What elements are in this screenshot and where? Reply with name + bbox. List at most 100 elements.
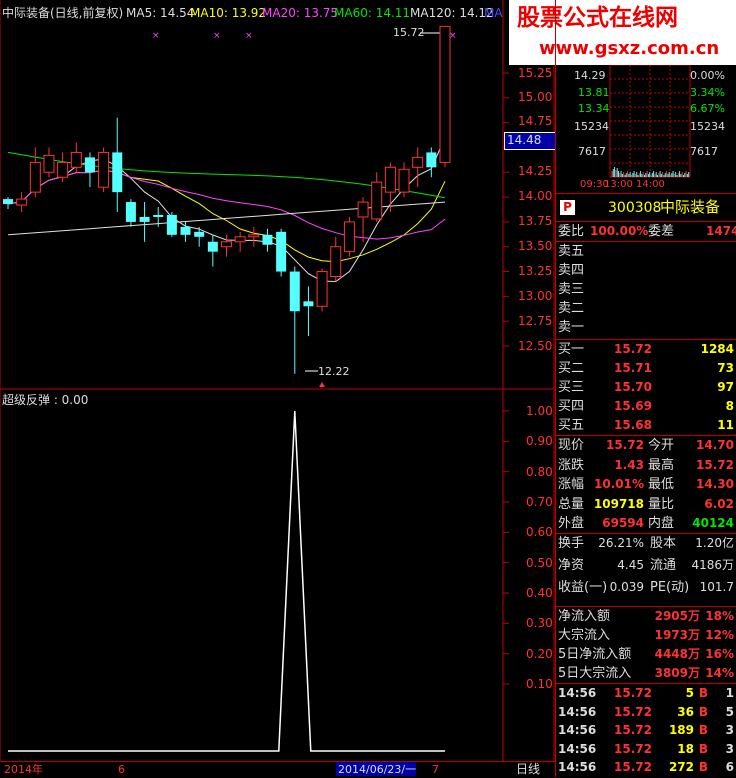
signal-mark: × [152,31,160,41]
mini-left-5: 7617 [578,145,606,158]
sell-level-row[interactable]: 卖四 [556,261,736,280]
money-flow-row: 大宗流入 1973万 12% [558,628,734,643]
indicator-tick: 0.60 [526,525,553,540]
cursor-date: 2014/06/23/一 [338,763,417,776]
sell-level-row[interactable]: 卖二 [556,299,736,318]
indicator-line [8,410,445,752]
mini-left-2: 13.81 [578,86,610,99]
mini-right-4: 15234 [690,120,725,133]
kline-chart[interactable]: × × × × [0,0,556,777]
period-label[interactable]: 日线 [516,763,540,776]
money-flow-row: 5日净流入额 4448万 16% [558,647,734,662]
indicator-label: 超级反弹 : 0.00 [2,393,89,407]
candle-body-up [29,161,41,193]
tick-row: 14:56 15.72 272 B 6 [558,760,734,774]
date-axis[interactable] [0,761,556,778]
indicator-tick: 0.70 [526,495,553,509]
ma120-label: MA120: 14.12 [410,6,494,20]
candle-body-up [371,181,383,220]
current-price-marker: 14.48 [504,132,556,150]
mini-time-2: 13:00 [604,179,633,190]
candle-body-up [384,166,396,193]
ma10-label: MA10: 13.92 [190,6,267,20]
stock-code: 300308 [608,200,662,216]
candle-body-up [16,198,28,206]
price-tick: 15.25 [518,66,553,80]
candle-body-down [153,214,164,217]
sell-level-row[interactable]: 卖一 [556,318,736,337]
mini-right-2: 3.34% [690,86,725,99]
money-flow-row: 净流入额 2905万 18% [558,609,734,624]
ma5-label: MA5: 14.54 [126,6,195,20]
candle-body-up [234,236,246,243]
axis-year: 2014年 [4,763,43,776]
quote-row: 总量 109718 量比 6.02 [558,496,734,512]
fundamental-row: 净资 4.45 流通 4186万 [558,558,734,573]
candle-body-up [316,271,328,307]
sell-level-row[interactable]: 卖三 [556,280,736,299]
mini-left-3: 13.34 [578,102,610,115]
mini-right-5: 7617 [690,145,718,158]
buy-level-row[interactable]: 买三 15.70 97 [556,378,736,397]
indicator-tick: 0.20 [526,646,553,661]
candle-body-down [125,202,136,222]
price-tick: 13.75 [518,214,553,228]
candle-body-down [194,231,205,237]
candle-body-up [357,201,369,218]
indicator-tick: 1.00 [526,404,553,418]
indicator-tick: 0.50 [526,555,553,570]
candle-body-down [180,226,191,235]
quote-row: 外盘 69594 内盘 40124 [558,516,734,531]
indicator-tick: 0.80 [526,464,553,479]
candle-body-down [207,241,218,252]
price-tick: 14.00 [518,189,553,203]
weibi-row: 委比 100.00% 委差 1474 [558,224,736,239]
cursor-arrow [319,382,325,387]
candle-body-down [3,199,13,205]
price-tick: 12.50 [518,339,553,353]
buy-level-row[interactable]: 买一 15.72 1284 [556,340,736,359]
stock-type-icon[interactable]: P [560,200,575,215]
price-tick: 13.50 [518,239,553,253]
price-tick: 15.00 [518,90,553,104]
buy-level-row[interactable]: 买四 15.69 8 [556,397,736,416]
price-tick: 12.75 [518,314,553,328]
buy-level-row[interactable]: 买二 15.71 73 [556,359,736,378]
mini-right-3: 6.67% [690,102,725,115]
candle-body-down [84,157,95,173]
candle-body-down [289,271,300,312]
candle-body-up [412,156,424,168]
price-tick: 13.00 [518,289,553,303]
indicator-tick: 0.40 [526,586,553,600]
quote-row: 涨跌 1.43 最高 15.72 [558,457,734,473]
fundamental-row: 换手 26.21% 股本 1.20亿 [558,536,734,551]
sell-level-row[interactable]: 卖五 [556,242,736,261]
chart-title: 中际装备(日线,前复权) [2,6,124,20]
candle-body-up [98,151,110,188]
indicator-tick: 0.10 [526,677,553,691]
price-tick: 14.75 [518,114,553,128]
indicator-tick: 0.90 [526,434,553,449]
low-price-label: 12.22 [318,365,350,378]
axis-month-6: 6 [118,763,125,776]
tick-row: 14:56 15.72 189 B 3 [558,723,734,737]
quote-row: 现价 15.72 今开 14.70 [558,438,734,453]
candle-body-up [439,25,451,163]
candle-body-up [70,151,82,168]
mini-right-1: 0.00% [690,69,725,82]
mini-time-3: 14:00 [636,179,665,190]
signal-mark: × [213,31,221,41]
candle-body-up [43,154,55,173]
buy-level-row[interactable]: 买五 15.68 11 [556,416,736,435]
tick-row: 14:56 15.72 36 B 5 [558,704,734,719]
candle-body-down [139,216,150,222]
money-flow-row: 5日大宗流入 3809万 14% [558,666,734,681]
tick-row: 14:56 15.72 5 B 1 [558,686,734,700]
stock-name: 中际装备 [660,198,721,216]
ma20-label: MA20: 13.75 [262,6,339,20]
candle-body-down [303,301,314,307]
candle-body-up [57,161,69,178]
watermark-brand: 股票公式在线网 [517,5,678,31]
price-tick: 14.25 [518,164,553,178]
candle-body-up [330,246,342,278]
